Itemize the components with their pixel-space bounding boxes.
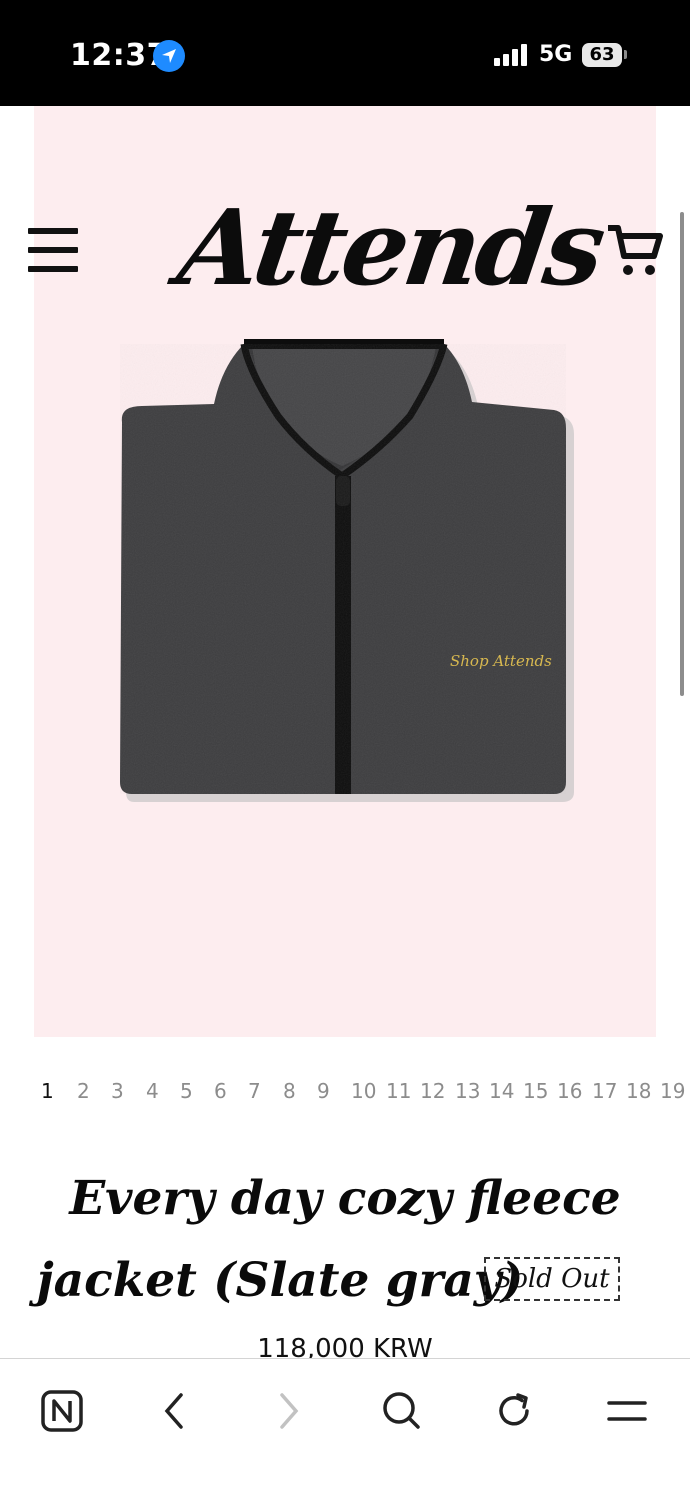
page-2[interactable]: 2 <box>77 1079 90 1103</box>
page-1[interactable]: 1 <box>41 1079 54 1103</box>
page-3[interactable]: 3 <box>111 1079 124 1103</box>
reload-icon[interactable] <box>484 1381 544 1441</box>
hamburger-menu-icon[interactable] <box>28 228 78 272</box>
page-10[interactable]: 10 <box>351 1079 376 1103</box>
network-label: 5G <box>539 42 573 67</box>
signal-icon <box>494 44 527 66</box>
page-7[interactable]: 7 <box>248 1079 261 1103</box>
brand-logo[interactable]: Attends <box>170 178 608 318</box>
sold-out-badge: Sold Out <box>484 1257 620 1301</box>
forward-icon[interactable] <box>258 1381 318 1441</box>
location-arrow-icon <box>153 40 185 72</box>
page-4[interactable]: 4 <box>146 1079 159 1103</box>
page-11[interactable]: 11 <box>386 1079 411 1103</box>
status-bar: 12:37 5G 63 <box>0 0 690 106</box>
page-16[interactable]: 16 <box>557 1079 582 1103</box>
browser-toolbar <box>0 1358 690 1500</box>
page-8[interactable]: 8 <box>283 1079 296 1103</box>
product-title-line1: Every day cozy fleece <box>69 1171 621 1226</box>
page-18[interactable]: 18 <box>626 1079 651 1103</box>
page-5[interactable]: 5 <box>180 1079 193 1103</box>
page-14[interactable]: 14 <box>489 1079 514 1103</box>
page-6[interactable]: 6 <box>214 1079 227 1103</box>
page-9[interactable]: 9 <box>317 1079 330 1103</box>
page-17[interactable]: 17 <box>592 1079 617 1103</box>
product-image-fleece-jacket[interactable]: Shop Attends <box>110 330 580 810</box>
page-15[interactable]: 15 <box>523 1079 548 1103</box>
page-13[interactable]: 13 <box>455 1079 480 1103</box>
cart-icon[interactable] <box>606 222 664 278</box>
battery-icon: 63 <box>582 43 622 67</box>
image-pagination: 1 2 3 4 5 6 7 8 9 10 11 12 13 14 15 16 1… <box>0 1079 690 1107</box>
page-12[interactable]: 12 <box>420 1079 445 1103</box>
search-icon[interactable] <box>371 1381 431 1441</box>
naver-home-icon[interactable] <box>32 1381 92 1441</box>
menu-icon[interactable] <box>597 1381 657 1441</box>
page-19[interactable]: 19 <box>660 1079 685 1103</box>
scrollbar[interactable] <box>680 212 684 696</box>
back-icon[interactable] <box>145 1381 205 1441</box>
battery-tip <box>624 50 627 59</box>
